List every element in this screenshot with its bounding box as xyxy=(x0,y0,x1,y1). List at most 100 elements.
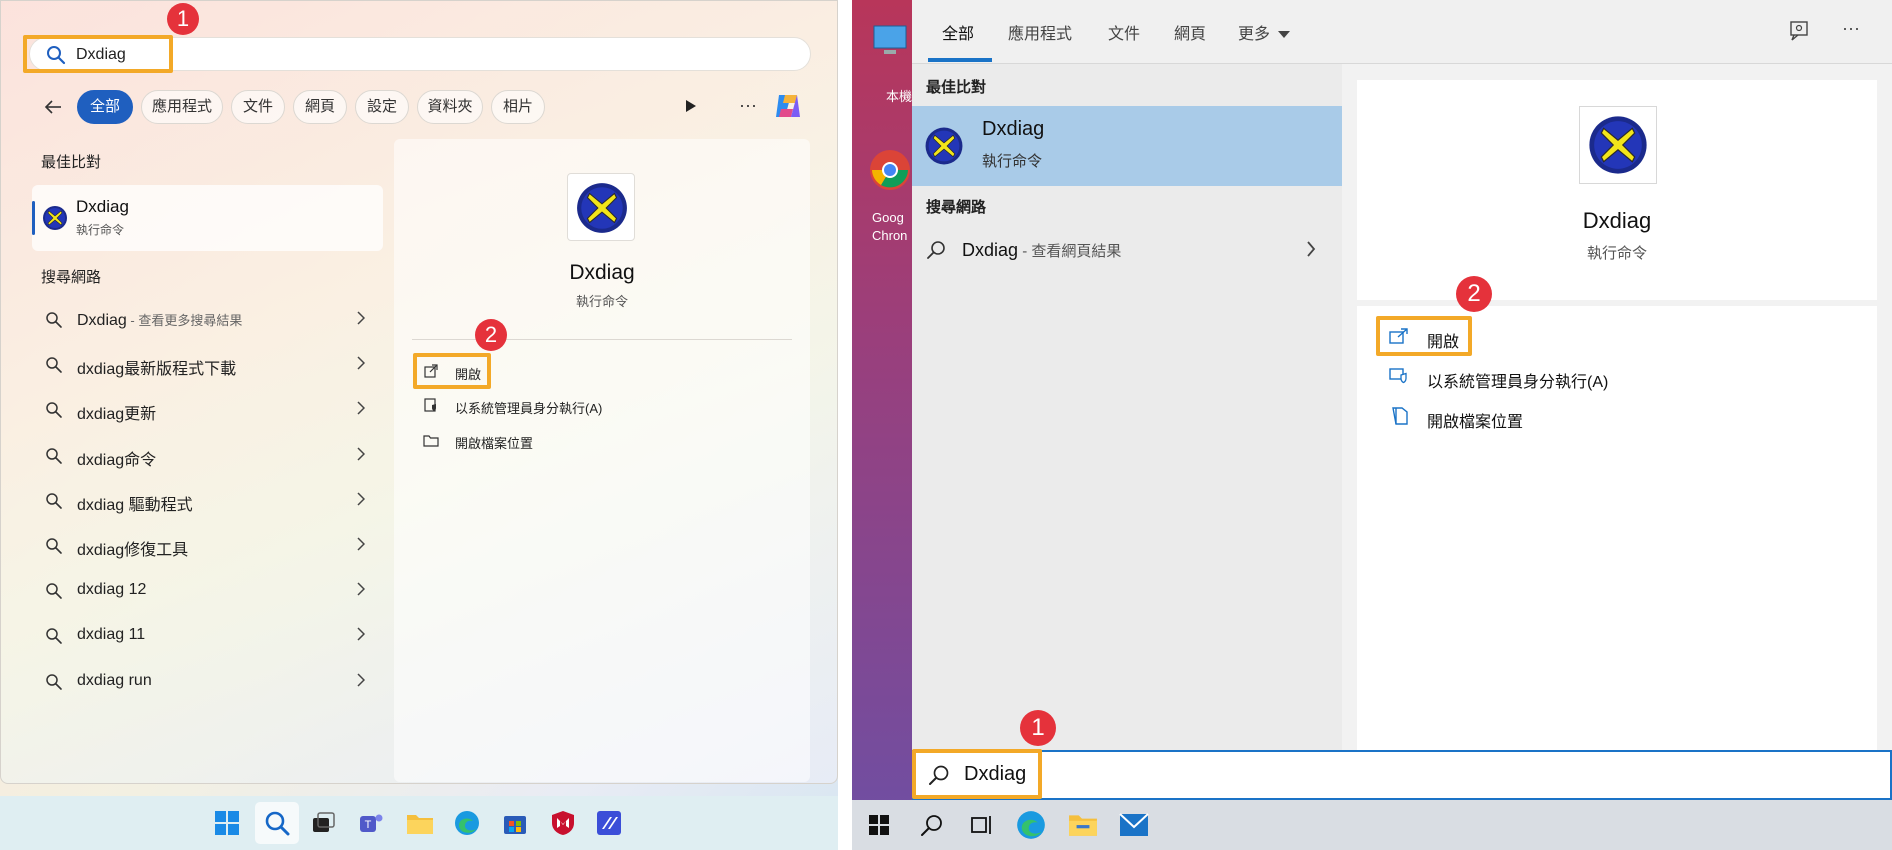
folder-icon xyxy=(423,432,439,453)
web-result-row[interactable]: dxdiag更新 xyxy=(45,395,366,425)
back-arrow-icon[interactable] xyxy=(43,97,63,122)
search-icon xyxy=(926,240,946,265)
windows-start-icon[interactable] xyxy=(214,810,240,841)
highlight-open xyxy=(413,353,491,389)
win10-screen: 本機 Goog Chron 全部 應用程式 文件 網頁 更多 ··· 最佳比對 … xyxy=(852,0,1892,850)
file-explorer-icon[interactable] xyxy=(1068,810,1098,843)
tab-more[interactable]: 更多 xyxy=(1238,20,1270,44)
web-result-sub: - 查看網頁結果 xyxy=(1018,243,1122,260)
filter-photos[interactable]: 相片 xyxy=(491,90,545,124)
best-match-item[interactable]: Dxdiag 執行命令 xyxy=(912,106,1342,186)
mail-icon[interactable] xyxy=(1118,810,1150,845)
store-icon[interactable] xyxy=(502,810,528,841)
this-pc-desktop-icon[interactable] xyxy=(870,20,910,65)
chrome-desktop-icon[interactable] xyxy=(868,148,912,197)
web-result-row[interactable]: dxdiag 驅動程式 xyxy=(45,486,366,516)
web-result-query: dxdiag 11 xyxy=(77,626,146,644)
chevron-right-icon xyxy=(357,311,366,330)
selection-indicator xyxy=(32,201,35,235)
copilot-icon[interactable] xyxy=(771,89,805,128)
feedback-icon[interactable] xyxy=(1788,20,1810,47)
web-result-row[interactable]: dxdiag命令 xyxy=(45,441,366,471)
search-icon[interactable] xyxy=(920,813,944,842)
mcafee-icon[interactable] xyxy=(550,810,576,841)
callout-2: 2 xyxy=(475,319,507,351)
tab-apps[interactable]: 應用程式 xyxy=(1008,20,1072,44)
web-result-row[interactable]: dxdiag 12 xyxy=(45,576,366,606)
dxdiag-large-icon xyxy=(575,181,629,240)
filter-documents[interactable]: 文件 xyxy=(231,90,285,124)
task-view-icon[interactable] xyxy=(310,810,336,841)
chevron-right-icon xyxy=(357,673,366,692)
win10-tabs-bar: 全部 應用程式 文件 網頁 更多 ··· xyxy=(912,0,1892,64)
action-run-as-admin[interactable]: 以系統管理員身分執行(A) xyxy=(455,398,602,417)
play-more-icon[interactable] xyxy=(685,99,697,118)
action-open-file-location[interactable]: 開啟檔案位置 xyxy=(455,433,533,452)
edge-icon[interactable] xyxy=(1016,810,1046,845)
chevron-down-icon[interactable] xyxy=(1278,26,1290,44)
win11-taskbar: T xyxy=(0,796,838,850)
teams-icon[interactable]: T xyxy=(358,810,384,841)
filter-web[interactable]: 網頁 xyxy=(293,90,347,124)
callout-2: 2 xyxy=(1456,276,1492,312)
divider xyxy=(412,339,792,340)
preview-pane: Dxdiag 執行命令 xyxy=(394,139,810,782)
preview-name: Dxdiag xyxy=(569,261,635,284)
web-result-row[interactable]: dxdiag 11 xyxy=(45,621,366,651)
dxdiag-icon xyxy=(924,126,964,171)
tab-all[interactable]: 全部 xyxy=(942,20,974,44)
chevron-right-icon xyxy=(357,582,366,601)
chevron-right-icon xyxy=(357,492,366,511)
web-result-row[interactable]: dxdiag最新版程式下載 xyxy=(45,350,366,380)
dxdiag-large-icon xyxy=(1587,114,1649,181)
win10-search-window: 全部 應用程式 文件 網頁 更多 ··· 最佳比對 Dxdiag 執行命令 搜尋… xyxy=(912,0,1892,800)
web-result-row[interactable]: Dxdiag - 查看更多搜尋結果 xyxy=(45,305,366,335)
more-options-icon[interactable]: ··· xyxy=(739,95,757,116)
chevron-right-icon xyxy=(357,537,366,556)
more-options-icon[interactable]: ··· xyxy=(1842,18,1860,39)
tab-web[interactable]: 網頁 xyxy=(1174,20,1206,44)
web-result-label: dxdiag修復工具 xyxy=(77,536,188,560)
file-location-icon xyxy=(1391,406,1409,431)
web-search-title: 搜尋網路 xyxy=(926,199,987,216)
web-result-query: dxdiag run xyxy=(77,671,152,689)
edge-icon[interactable] xyxy=(454,810,480,841)
best-match-card[interactable]: Dxdiag 執行命令 xyxy=(32,185,383,251)
web-result-item[interactable]: Dxdiag - 查看網頁結果 xyxy=(912,230,1342,270)
file-explorer-icon[interactable] xyxy=(406,810,434,841)
windows-start-icon[interactable] xyxy=(868,814,890,841)
dxdiag-icon xyxy=(42,205,68,236)
action-run-as-admin[interactable]: 以系統管理員身分執行(A) xyxy=(1427,368,1608,392)
task-view-icon[interactable] xyxy=(970,813,994,842)
filter-settings[interactable]: 設定 xyxy=(355,90,409,124)
filter-apps[interactable]: 應用程式 xyxy=(141,90,223,124)
app-icon[interactable] xyxy=(596,810,622,841)
web-result-label: dxdiag 12 xyxy=(77,581,146,599)
action-open-file-location[interactable]: 開啟檔案位置 xyxy=(1427,408,1523,432)
filter-all[interactable]: 全部 xyxy=(77,90,133,124)
web-result-label: Dxdiag - 查看網頁結果 xyxy=(962,240,1121,261)
this-pc-label: 本機 xyxy=(886,89,913,104)
search-icon xyxy=(45,447,63,470)
win10-search-box[interactable]: Dxdiag xyxy=(912,750,1892,800)
search-icon[interactable] xyxy=(264,810,290,841)
preview-icon-frame xyxy=(1579,106,1657,184)
search-icon xyxy=(45,401,63,424)
run-as-admin-icon xyxy=(1389,366,1409,391)
web-result-label: dxdiag更新 xyxy=(77,400,156,424)
chrome-label-1: Goog xyxy=(872,210,904,225)
web-result-query: Dxdiag xyxy=(77,312,127,329)
web-result-label: dxdiag 11 xyxy=(77,626,145,644)
preview-icon-frame xyxy=(567,173,635,241)
chevron-right-icon xyxy=(357,447,366,466)
tab-documents[interactable]: 文件 xyxy=(1108,20,1140,44)
callout-1: 1 xyxy=(1020,710,1056,746)
chevron-right-icon xyxy=(357,401,366,420)
chevron-right-icon xyxy=(1306,240,1316,263)
filter-folders[interactable]: 資料夾 xyxy=(417,90,483,124)
highlight-search xyxy=(23,35,173,73)
web-result-row[interactable]: dxdiag修復工具 xyxy=(45,531,366,561)
web-result-row[interactable]: dxdiag run xyxy=(45,667,366,697)
search-icon xyxy=(45,582,63,605)
web-result-query: dxdiag 驅動程式 xyxy=(77,496,193,514)
